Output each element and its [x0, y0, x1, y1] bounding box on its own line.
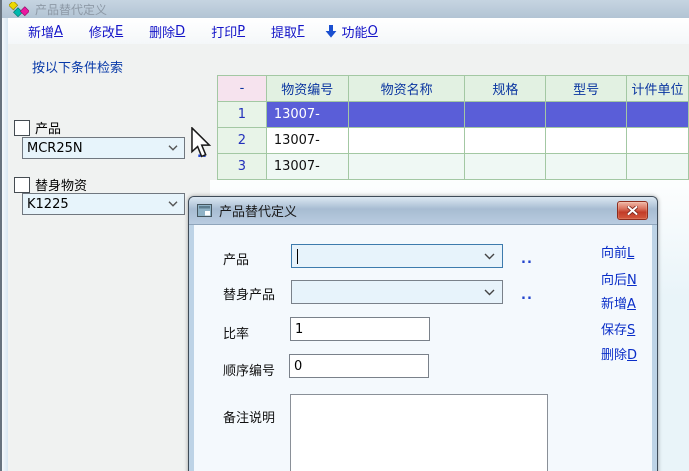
col-header-name[interactable]: 物资名称 — [348, 76, 465, 102]
substitute-filter-value: K1225 — [27, 197, 69, 212]
cell-spec[interactable] — [465, 102, 546, 128]
dialog-link-add[interactable]: 新增A — [601, 293, 636, 312]
window-left-frame — [2, 0, 8, 471]
toolbar: 新增A 修改E 删除D 打印P 提取F 功能O — [8, 18, 689, 44]
cell-code[interactable]: 13007- — [266, 128, 348, 154]
main-window-title: 产品替代定义 — [35, 1, 107, 18]
mouse-cursor — [190, 127, 213, 159]
chevron-down-icon — [168, 145, 178, 151]
cell-code[interactable]: 13007- — [266, 102, 348, 128]
row-number[interactable]: 1 — [218, 102, 267, 128]
dialog-ratio-input[interactable] — [290, 317, 430, 341]
cell-unit[interactable] — [627, 128, 689, 154]
dialog-substitute-browse-link[interactable]: .. — [521, 288, 533, 303]
col-header-index[interactable]: - — [218, 76, 267, 102]
text-caret — [297, 249, 298, 264]
dialog-product-browse-link[interactable]: .. — [521, 252, 533, 267]
table-row[interactable]: 2 13007- — [218, 128, 689, 154]
substitute-filter-row: 替身物资 — [14, 175, 87, 194]
col-header-model[interactable]: 型号 — [546, 76, 627, 102]
substitute-checkbox[interactable] — [14, 177, 30, 193]
dialog-ratio-label: 比率 — [223, 323, 249, 342]
dialog-titlebar: 产品替代定义 — [189, 197, 657, 225]
product-checkbox-label: 产品 — [35, 118, 61, 137]
row-number[interactable]: 2 — [218, 128, 267, 154]
col-header-code[interactable]: 物资编号 — [266, 76, 348, 102]
dialog-substitute-label: 替身产品 — [223, 284, 275, 303]
cell-model[interactable] — [546, 154, 627, 180]
down-arrow-icon — [325, 25, 337, 38]
dialog-icon — [197, 204, 212, 217]
cell-model[interactable] — [546, 102, 627, 128]
dialog-sequence-input[interactable] — [289, 354, 429, 378]
menu-print[interactable]: 打印P — [211, 22, 245, 41]
chevron-down-icon — [168, 201, 178, 207]
cell-name[interactable] — [348, 154, 465, 180]
cell-model[interactable] — [546, 128, 627, 154]
menu-add[interactable]: 新增A — [28, 22, 63, 41]
dialog-sequence-label: 顺序编号 — [223, 360, 275, 379]
search-conditions-label: 按以下条件检索 — [32, 57, 123, 76]
dialog-link-next[interactable]: 向后N — [601, 269, 637, 288]
main-titlebar: 产品替代定义 — [2, 0, 689, 18]
dialog-body: 产品 .. 替身产品 .. 比率 顺序编号 备注说明 向前L 向后N 新增A 保… — [194, 225, 652, 471]
dialog-product-combobox[interactable] — [291, 244, 503, 268]
cell-code[interactable]: 13007- — [266, 154, 348, 180]
dialog-substitute-combobox[interactable] — [291, 280, 503, 304]
dialog-link-delete[interactable]: 删除D — [601, 344, 637, 363]
dialog-title: 产品替代定义 — [219, 201, 297, 220]
close-icon — [627, 206, 638, 215]
cell-unit[interactable] — [627, 154, 689, 180]
product-filter-value: MCR25N — [27, 141, 83, 156]
chevron-down-icon — [484, 253, 495, 260]
menu-delete[interactable]: 删除D — [149, 22, 185, 41]
menu-edit[interactable]: 修改E — [89, 22, 123, 41]
cell-unit[interactable] — [627, 102, 689, 128]
dialog-link-save[interactable]: 保存S — [601, 319, 635, 338]
app-icon — [9, 2, 29, 17]
materials-table: - 物资编号 物资名称 规格 型号 计件单位 1 13007- 2 13007-… — [217, 75, 689, 180]
substitute-filter-combobox[interactable]: K1225 — [22, 193, 185, 215]
dialog-product-label: 产品 — [223, 249, 249, 268]
dialog-link-previous[interactable]: 向前L — [601, 242, 634, 261]
row-number[interactable]: 3 — [218, 154, 267, 180]
cell-spec[interactable] — [465, 154, 546, 180]
menu-extract[interactable]: 提取F — [271, 22, 305, 41]
cell-spec[interactable] — [465, 128, 546, 154]
substitute-checkbox-label: 替身物资 — [35, 175, 87, 194]
table-header-row: - 物资编号 物资名称 规格 型号 计件单位 — [218, 76, 689, 102]
dialog-remark-textarea[interactable] — [290, 394, 548, 471]
product-substitute-dialog: 产品替代定义 产品 .. 替身产品 .. 比率 — [188, 196, 658, 471]
dialog-remark-label: 备注说明 — [223, 407, 275, 426]
table-row[interactable]: 1 13007- — [218, 102, 689, 128]
product-filter-row: 产品 — [14, 118, 61, 137]
cell-name[interactable] — [348, 128, 465, 154]
product-filter-combobox[interactable]: MCR25N — [22, 137, 185, 159]
app-window: 产品替代定义 新增A 修改E 删除D 打印P 提取F 功能O 按以下条件检索 产… — [0, 0, 689, 471]
product-checkbox[interactable] — [14, 120, 30, 136]
table-row[interactable]: 3 13007- — [218, 154, 689, 180]
chevron-down-icon — [484, 289, 495, 296]
menu-function[interactable]: 功能O — [325, 22, 378, 41]
cell-name[interactable] — [348, 102, 465, 128]
close-button[interactable] — [617, 201, 648, 220]
col-header-spec[interactable]: 规格 — [465, 76, 546, 102]
col-header-unit[interactable]: 计件单位 — [627, 76, 689, 102]
